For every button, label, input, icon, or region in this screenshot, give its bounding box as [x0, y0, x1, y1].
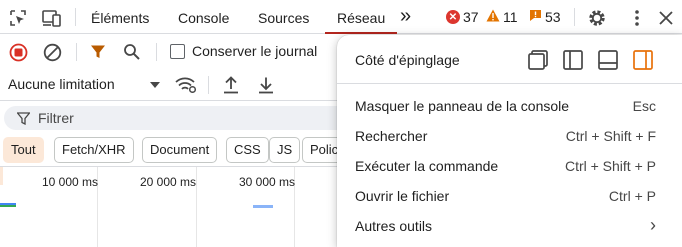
tab-elements[interactable]: Éléments [91, 0, 149, 34]
filter-funnel-icon[interactable] [88, 42, 108, 62]
menu-item-search[interactable]: Rechercher [355, 128, 427, 144]
request-bar [0, 205, 16, 207]
type-filter-document[interactable]: Document [142, 137, 218, 163]
dock-bottom-icon[interactable] [597, 49, 619, 71]
menu-shortcut: Ctrl + Shift + F [565, 128, 656, 144]
menu-shortcut: Ctrl + P [608, 188, 656, 204]
timeline-selection-marker [0, 167, 3, 185]
timeline-gridline [196, 167, 197, 247]
type-filter-all[interactable]: Tout [3, 137, 44, 163]
preserve-log-checkbox[interactable] [170, 44, 185, 59]
settings-gear-icon[interactable] [586, 7, 608, 29]
menu-shortcut: Ctrl + Shift + P [564, 158, 656, 174]
search-icon[interactable] [122, 42, 142, 62]
menu-shortcut: Esc [632, 98, 656, 114]
tab-separator [574, 8, 575, 26]
tab-separator [75, 8, 76, 26]
issue-count: 53 [545, 9, 561, 25]
export-download-icon[interactable] [255, 74, 277, 96]
menu-divider [337, 83, 682, 84]
warning-icon [486, 9, 500, 25]
type-filter-js[interactable]: JS [269, 137, 301, 163]
timeline-tick-label: 10 000 ms [42, 175, 99, 189]
dock-left-icon[interactable] [562, 49, 584, 71]
error-icon: ✕ [446, 10, 460, 24]
network-conditions-wifi-icon[interactable] [174, 74, 198, 96]
warning-count: 11 [503, 9, 518, 25]
record-stop-icon[interactable] [8, 42, 28, 62]
dropdown-arrow-icon[interactable] [148, 78, 162, 92]
toolbar-separator [156, 43, 157, 61]
type-filter-fetch-xhr[interactable]: Fetch/XHR [54, 137, 134, 163]
close-devtools-icon[interactable] [655, 7, 677, 29]
issue-icon [529, 9, 542, 25]
preserve-log-label: Conserver le journal [192, 43, 318, 59]
devtools-tab-bar: Éléments Console Sources Réseau » ✕ 37 1… [0, 0, 682, 34]
tab-sources[interactable]: Sources [258, 0, 309, 34]
more-tabs-button[interactable]: » [400, 0, 411, 34]
dock-side-label: Côté d'épinglage [355, 52, 460, 68]
warning-count-badge[interactable]: 11 [486, 9, 518, 25]
undock-window-icon[interactable] [527, 49, 549, 71]
timeline-tick-label: 30 000 ms [239, 175, 296, 189]
import-upload-icon[interactable] [220, 74, 242, 96]
menu-item-open-file[interactable]: Ouvrir le fichier [355, 188, 449, 204]
dock-right-icon[interactable] [632, 49, 654, 71]
customize-menu-icon[interactable] [626, 7, 648, 29]
toolbar-separator [76, 43, 77, 61]
throttling-select[interactable]: Aucune limitation [8, 76, 115, 92]
error-count: 37 [463, 9, 479, 25]
issue-count-badge[interactable]: 53 [529, 9, 561, 25]
filter-input[interactable]: Filtrer [4, 106, 364, 130]
request-bar [253, 205, 273, 208]
menu-item-hide-console-drawer[interactable]: Masquer le panneau de la console [355, 98, 569, 114]
timeline-tick-label: 20 000 ms [140, 175, 197, 189]
menu-item-more-tools[interactable]: Autres outils [355, 218, 432, 234]
customize-devtools-menu: Côté d'épinglage Masquer le panneau de l… [337, 35, 682, 247]
clear-log-icon[interactable] [42, 42, 62, 62]
menu-item-run-command[interactable]: Exécuter la commande [355, 158, 498, 174]
type-filter-css[interactable]: CSS [226, 137, 269, 163]
tab-network[interactable]: Réseau [325, 0, 398, 34]
filter-icon [16, 111, 30, 125]
toolbar-separator [208, 76, 209, 94]
error-count-badge[interactable]: ✕ 37 [446, 9, 479, 25]
device-toolbar-icon[interactable] [40, 8, 64, 28]
chevron-right-icon: › [650, 215, 656, 235]
tab-console[interactable]: Console [178, 0, 229, 34]
filter-placeholder: Filtrer [38, 110, 74, 126]
inspect-element-icon[interactable] [8, 8, 28, 28]
